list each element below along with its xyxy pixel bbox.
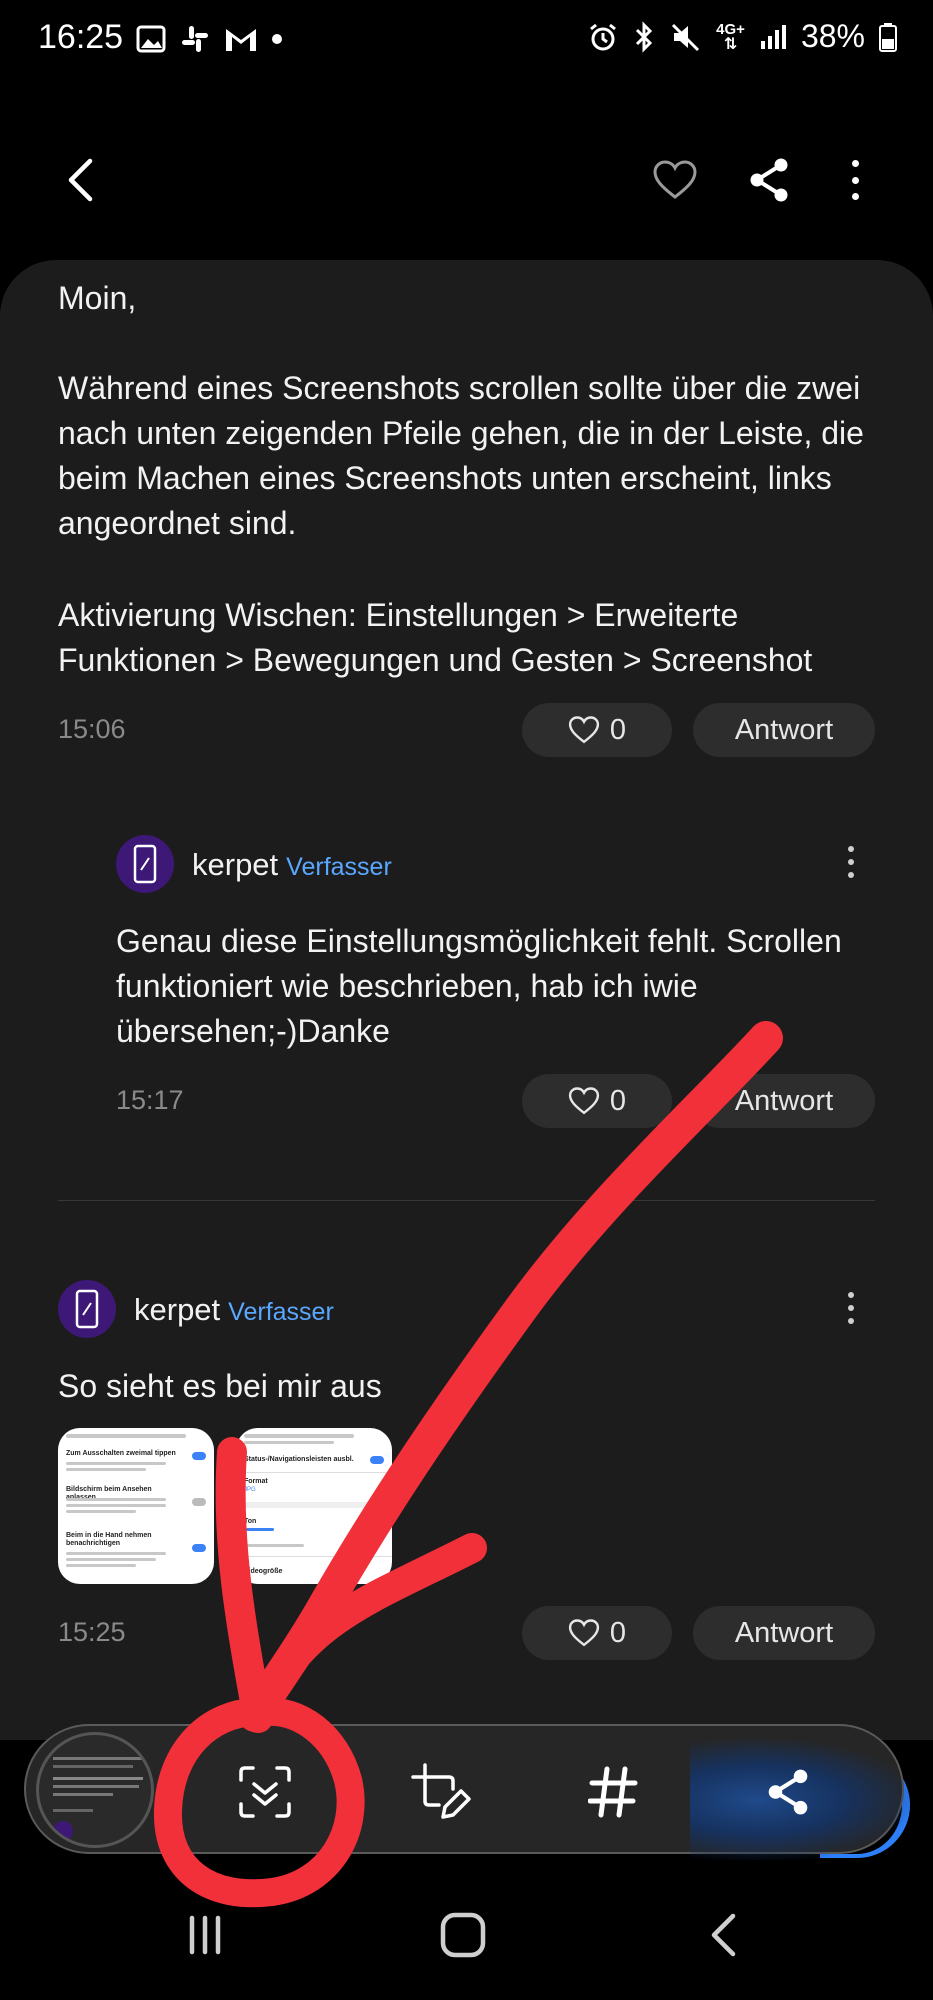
heart-outline-icon [568, 1087, 600, 1115]
nav-recents-button[interactable] [170, 1900, 240, 1970]
kebab-vertical-icon [845, 160, 865, 200]
crop-edit-button[interactable] [400, 1752, 480, 1832]
toolbar-share-button[interactable] [748, 1752, 828, 1832]
battery-percent: 38% [800, 18, 865, 54]
post-paragraph-2: Aktivierung Wischen: Einstellungen > Erw… [58, 597, 813, 678]
heart-outline-icon [568, 1619, 600, 1647]
nav-back-button[interactable] [688, 1900, 758, 1970]
reply2-like-button[interactable]: 0 [522, 1606, 672, 1660]
signal-icon [760, 24, 786, 49]
post-greeting: Moin, [58, 280, 137, 316]
notification-icons [136, 24, 282, 54]
post-paragraph-1: Während eines Screenshots scrollen sollt… [58, 370, 864, 541]
gmail-icon [226, 29, 256, 51]
back-icon [711, 1913, 736, 1957]
share-button[interactable] [744, 150, 794, 210]
post-like-button[interactable]: 0 [522, 703, 672, 757]
system-navigation-bar [0, 1880, 933, 2000]
tag-button[interactable] [573, 1752, 653, 1832]
back-button[interactable] [52, 150, 108, 210]
reply2-more-button[interactable] [841, 1292, 861, 1324]
favorite-button[interactable] [650, 150, 700, 210]
screenshot-preview-thumbnail[interactable] [36, 1732, 154, 1848]
post-like-count: 0 [609, 713, 627, 746]
reply1-like-count: 0 [609, 1084, 627, 1117]
gallery-icon [136, 25, 166, 53]
share-icon [750, 158, 788, 202]
status-time: 16:25 [38, 18, 124, 56]
attachment-thumbnail-2[interactable]: Status-/Navigationsleisten ausbl. Format… [236, 1428, 392, 1584]
author-badge: Verfasser [228, 1298, 334, 1326]
bluetooth-icon [636, 20, 653, 53]
reply2-time: 15:25 [58, 1617, 126, 1647]
reply1-author[interactable]: kerpet Verfasser [192, 847, 392, 883]
post-reply-button[interactable]: Antwort [693, 703, 875, 757]
reply2-username: kerpet [134, 1292, 221, 1327]
reply1-text: Genau diese Einstellungsmöglichkeit fehl… [116, 923, 842, 1049]
author-badge: Verfasser [286, 853, 392, 881]
mute-icon [672, 23, 700, 51]
recents-icon [189, 1915, 221, 1955]
reply1-like-button[interactable]: 0 [522, 1074, 672, 1128]
slack-icon [182, 26, 208, 52]
nav-home-button[interactable] [428, 1900, 498, 1970]
divider [58, 1200, 875, 1201]
reply1-time: 15:17 [116, 1085, 184, 1115]
status-bar: 16:25 4G+ ⇅ 38% [0, 0, 933, 80]
network-type: 4G+ ⇅ [716, 20, 745, 53]
scroll-capture-icon [239, 1766, 291, 1818]
heart-outline-icon [653, 160, 697, 199]
battery-icon [879, 22, 897, 52]
reply1-more-button[interactable] [841, 846, 861, 878]
phone-icon [133, 844, 157, 884]
reply1-reply-button[interactable]: Antwort [693, 1074, 875, 1128]
reply2-text: So sieht es bei mir aus [58, 1368, 382, 1404]
post-time: 15:06 [58, 714, 126, 744]
attachment-thumbnail-1[interactable]: Zum Ausschalten zweimal tippen Bildschir… [58, 1428, 214, 1584]
reply2-reply-button[interactable]: Antwort [693, 1606, 875, 1660]
reply2-like-count: 0 [609, 1616, 627, 1649]
more-options-button[interactable] [840, 150, 870, 210]
hashtag-icon [588, 1766, 638, 1818]
avatar[interactable] [116, 835, 174, 893]
network-arrows-icon: ⇅ [723, 35, 738, 53]
chevron-left-icon [68, 158, 93, 202]
reply1-username: kerpet [192, 847, 279, 882]
heart-outline-icon [568, 716, 600, 744]
top-app-bar [0, 140, 933, 220]
share-icon [768, 1769, 808, 1815]
reply2-author[interactable]: kerpet Verfasser [134, 1292, 334, 1328]
crop-edit-icon [411, 1763, 471, 1819]
phone-icon [75, 1289, 99, 1329]
scroll-capture-button[interactable] [225, 1752, 305, 1832]
avatar[interactable] [58, 1280, 116, 1338]
alarm-icon [590, 23, 617, 50]
home-icon [440, 1912, 486, 1958]
dot-icon [272, 34, 282, 44]
